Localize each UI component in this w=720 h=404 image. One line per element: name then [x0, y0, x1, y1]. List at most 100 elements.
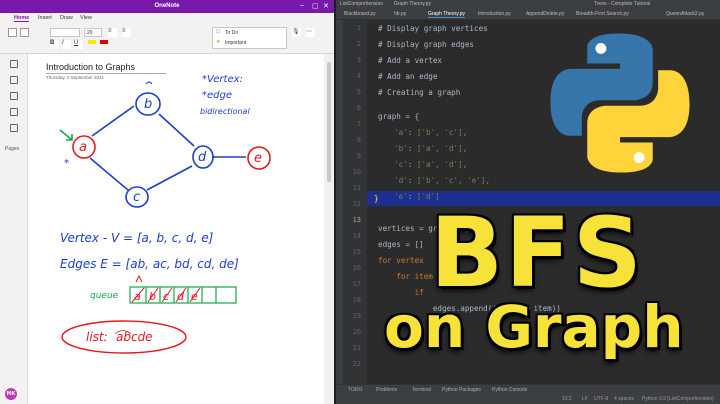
code-line[interactable]: for vertex	[378, 256, 424, 265]
code-token: ,	[462, 128, 468, 137]
code-token: ['a', 'd']	[416, 160, 463, 169]
project-name[interactable]: ListComprehension	[340, 1, 383, 7]
line-number: 1	[356, 24, 361, 32]
line-number: 12	[352, 200, 361, 208]
edge-cd	[146, 165, 193, 191]
window-title: OneNote	[154, 3, 180, 9]
tool-python-packages[interactable]: Python Packages	[442, 387, 481, 393]
node-e-label: e	[254, 151, 262, 166]
maximize-icon[interactable]: ▢	[312, 2, 319, 10]
tool-window-bar: TODO Problems Terminal Python Packages P…	[336, 384, 720, 394]
code-token: graph	[378, 112, 401, 121]
tool-todo[interactable]: TODO	[348, 387, 362, 393]
caret-position[interactable]: 13:2	[562, 396, 572, 402]
code-line[interactable]: # Add a vertex	[378, 56, 442, 65]
minimize-icon[interactable]: –	[300, 2, 304, 9]
underline-icon[interactable]: U	[74, 40, 83, 49]
file-name[interactable]: Graph Theory.py	[394, 1, 431, 7]
paste-icon[interactable]	[8, 28, 17, 37]
interpreter[interactable]: Python 3.9 (ListComprehension)	[642, 396, 714, 402]
tab-insert[interactable]: Insert	[38, 15, 52, 21]
code-line[interactable]: 'a': ['b', 'c'],	[394, 128, 467, 137]
bullets-icon[interactable]: ≡	[108, 28, 117, 37]
code-token: :	[407, 144, 417, 153]
bold-icon[interactable]: B	[50, 40, 59, 49]
list-label: list:	[86, 330, 108, 344]
code-line[interactable]: 'd': ['b', 'c', 'e'],	[394, 176, 490, 185]
pages-label[interactable]: Pages	[5, 146, 19, 152]
edges-definition: Edges E = [ab, ac, bd, cd, de]	[60, 257, 239, 271]
font-size-box[interactable]: 20	[84, 28, 102, 37]
queue-label: queue	[90, 291, 119, 301]
note-edge: *edge	[202, 90, 232, 101]
highlight-icon[interactable]	[88, 40, 96, 44]
recent-icon[interactable]	[10, 92, 18, 100]
tool-window-strip[interactable]	[336, 20, 343, 384]
code-line[interactable]: for item	[378, 272, 433, 281]
code-token: ['a', 'd']	[416, 144, 463, 153]
ellipsis-icon[interactable]: ⋯	[306, 28, 315, 37]
encoding[interactable]: UTF-8	[594, 396, 608, 402]
asterisk-mark: *	[64, 158, 69, 169]
code-line[interactable]: edges = []	[378, 240, 424, 249]
line-number: 21	[352, 344, 361, 352]
italic-icon[interactable]: I	[62, 40, 71, 49]
tab-view[interactable]: View	[80, 15, 92, 21]
checkbox-icon: ☐	[216, 29, 221, 35]
code-line[interactable]: 'c': ['a', 'd'],	[394, 160, 467, 169]
indent[interactable]: 4 spaces	[614, 396, 634, 402]
code-line[interactable]: 'b': ['a', 'd'],	[394, 144, 467, 153]
scrollbar-thumb[interactable]	[327, 62, 331, 182]
tool-python-console[interactable]: Python Console	[492, 387, 527, 393]
line-separator[interactable]: LF	[582, 396, 588, 402]
line-number: 8	[356, 136, 361, 144]
tab-home[interactable]: Home	[14, 15, 30, 22]
add-icon[interactable]	[10, 124, 18, 132]
clipboard-icon[interactable]	[20, 28, 29, 37]
editor-tab-active[interactable]: Graph Theory.py	[428, 11, 466, 18]
font-color-icon[interactable]	[100, 40, 108, 44]
code-token: :	[407, 128, 417, 137]
code-line[interactable]: graph = {	[378, 112, 419, 121]
tag-important[interactable]: Important	[225, 40, 246, 46]
editor-tab[interactable]: Breadth-First Search.py	[576, 11, 629, 17]
code-line[interactable]: # Display graph edges	[378, 40, 474, 49]
line-number: 6	[356, 104, 361, 112]
avatar[interactable]: MK	[5, 388, 17, 400]
code-token: ['b', 'c']	[416, 128, 463, 137]
tool-terminal[interactable]: Terminal	[412, 387, 431, 393]
ide-titlebar: ListComprehension Graph Theory.py Trees …	[336, 0, 720, 9]
scrollbar[interactable]	[324, 54, 334, 404]
tab-draw[interactable]: Draw	[60, 15, 73, 21]
tag-todo[interactable]: To Do	[225, 30, 238, 36]
numbering-icon[interactable]: ≡	[122, 28, 131, 37]
editor-tabs: Blackboard.py hb.py Graph Theory.py Intr…	[336, 9, 720, 20]
line-number: 18	[352, 296, 361, 304]
editor-tab[interactable]: Introduction.py	[478, 11, 511, 17]
node-b-label: b	[144, 97, 152, 112]
code-line[interactable]: # Creating a graph	[378, 88, 460, 97]
code-line[interactable]: }	[374, 194, 379, 203]
queue-cell: a	[134, 290, 141, 303]
close-icon[interactable]: ✕	[323, 2, 329, 10]
python-logo-icon	[550, 33, 690, 173]
code-line[interactable]: # Add an edge	[378, 72, 437, 81]
tags-gallery[interactable]: ☐ To Do ★ Important	[212, 27, 287, 49]
graph-edges	[89, 105, 246, 191]
thumbnail-title: BFS	[430, 197, 644, 309]
editor-tab[interactable]: hb.py	[394, 11, 406, 17]
thumbnail-subtitle: on Graph	[384, 293, 684, 361]
notes: *Vertex: *edge bidirectional	[200, 74, 250, 116]
mic-icon[interactable]: 🎙	[292, 28, 301, 37]
editor-tab[interactable]: Blackboard.py	[344, 11, 376, 17]
sections-icon[interactable]	[10, 108, 18, 116]
run-config[interactable]: Trees - Complete Tutorial	[594, 1, 650, 7]
search-icon[interactable]	[10, 76, 18, 84]
notebooks-icon[interactable]	[10, 60, 18, 68]
code-line[interactable]: # Display graph vertices	[378, 24, 488, 33]
line-number: 5	[356, 88, 361, 96]
font-name-box[interactable]	[50, 28, 80, 37]
editor-tab[interactable]: QueenAttack2.py	[666, 11, 704, 17]
editor-tab[interactable]: AppendDelete.py	[526, 11, 564, 17]
tool-problems[interactable]: Problems	[376, 387, 397, 393]
